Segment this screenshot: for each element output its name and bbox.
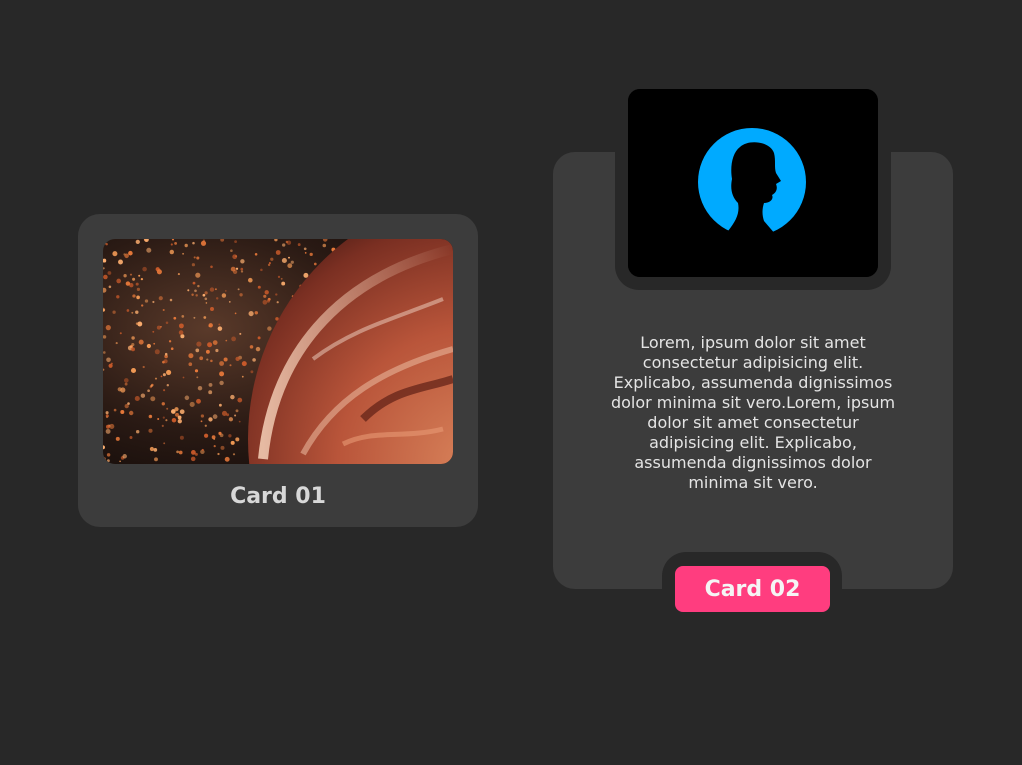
avatar <box>628 89 878 277</box>
page: Card 01 Lorem, ipsum dolor sit amet cons… <box>0 0 1022 765</box>
card-01-title: Card 01 <box>230 484 326 509</box>
card-01[interactable]: Card 01 <box>78 214 478 527</box>
card-02-text: Lorem, ipsum dolor sit amet consectetur … <box>610 333 896 492</box>
planet-image <box>103 239 453 464</box>
card-02-button[interactable]: Card 02 <box>675 566 830 612</box>
card-02[interactable]: Lorem, ipsum dolor sit amet consectetur … <box>553 89 953 612</box>
user-silhouette-icon <box>628 89 878 277</box>
planet-particles-image <box>103 239 453 464</box>
